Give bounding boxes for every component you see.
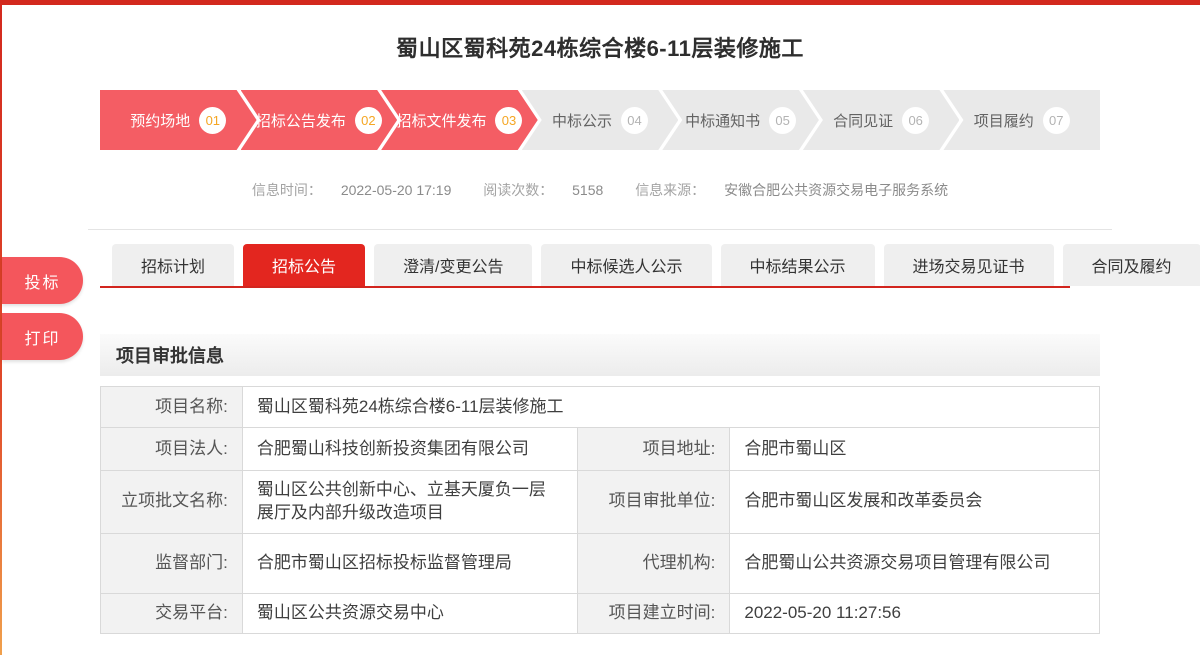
table-row: 立项批文名称: 蜀山区公共创新中心、立基天厦负一层展厅及内部升级改造项目 项目审… [101, 471, 1100, 534]
field-value-project-name: 蜀山区蜀科苑24栋综合楼6-11层装修施工 [242, 387, 1099, 428]
field-label-supervision-dept: 监督部门: [101, 533, 243, 593]
field-label-project-address: 项目地址: [577, 428, 730, 471]
tab-tender-plan[interactable]: 招标计划 [112, 244, 234, 286]
field-label-trading-platform: 交易平台: [101, 593, 243, 633]
table-row: 监督部门: 合肥市蜀山区招标投标监督管理局 代理机构: 合肥蜀山公共资源交易项目… [101, 533, 1100, 593]
section-title-project-approval: 项目审批信息 [100, 334, 1100, 376]
table-row: 项目法人: 合肥蜀山科技创新投资集团有限公司 项目地址: 合肥市蜀山区 [101, 428, 1100, 471]
tab-entry-certificate[interactable]: 进场交易见证书 [884, 244, 1054, 286]
table-row: 项目名称: 蜀山区蜀科苑24栋综合楼6-11层装修施工 [101, 387, 1100, 428]
info-meta-line: 信息时间： 2022-05-20 17:19 阅读次数： 5158 信息来源： … [100, 180, 1100, 200]
field-value-trading-platform: 蜀山区公共资源交易中心 [242, 593, 577, 633]
tab-bar: 招标计划 招标公告 澄清/变更公告 中标候选人公示 中标结果公示 进场交易见证书… [100, 244, 1070, 288]
step-reserve-venue: 预约场地 01 [100, 90, 257, 150]
field-value-project-address: 合肥市蜀山区 [730, 428, 1100, 471]
info-views-label: 阅读次数： [483, 182, 553, 198]
step-project-performance: 项目履约 07 [943, 90, 1100, 150]
info-views-group: 阅读次数： 5158 [483, 182, 607, 198]
step-number-badge: 02 [355, 107, 382, 134]
step-number-badge: 05 [769, 107, 796, 134]
field-value-agency: 合肥蜀山公共资源交易项目管理有限公司 [730, 533, 1100, 593]
project-approval-table: 项目名称: 蜀山区蜀科苑24栋综合楼6-11层装修施工 项目法人: 合肥蜀山科技… [100, 386, 1100, 634]
step-tender-documents: 招标文件发布 03 [381, 90, 538, 150]
step-tender-announcement: 招标公告发布 02 [241, 90, 398, 150]
info-source-group: 信息来源： 安徽合肥公共资源交易电子服务系统 [635, 182, 948, 198]
field-label-project-name: 项目名称: [101, 387, 243, 428]
tab-clarification-change[interactable]: 澄清/变更公告 [374, 244, 532, 286]
field-value-legal-entity: 合肥蜀山科技创新投资集团有限公司 [242, 428, 577, 471]
page-title: 蜀山区蜀科苑24栋综合楼6-11层装修施工 [100, 31, 1100, 63]
field-label-project-created-time: 项目建立时间: [577, 593, 730, 633]
step-label: 招标公告发布 [256, 110, 346, 131]
step-number-badge: 07 [1043, 107, 1070, 134]
field-label-agency: 代理机构: [577, 533, 730, 593]
info-time-label: 信息时间： [252, 182, 322, 198]
step-label: 中标通知书 [685, 110, 760, 131]
step-number-badge: 06 [902, 107, 929, 134]
step-label: 预约场地 [130, 110, 190, 131]
progress-steps: 预约场地 01 招标公告发布 02 招标文件发布 03 中标公示 04 中标通知… [100, 90, 1100, 150]
bid-button[interactable]: 投标 [2, 257, 83, 304]
info-source-label: 信息来源： [635, 182, 705, 198]
step-number-badge: 01 [199, 107, 226, 134]
tab-result-publicity[interactable]: 中标结果公示 [721, 244, 875, 286]
tab-candidate-publicity[interactable]: 中标候选人公示 [541, 244, 711, 286]
step-number-badge: 03 [495, 107, 522, 134]
tab-tender-announcement[interactable]: 招标公告 [243, 244, 365, 286]
field-label-approval-unit: 项目审批单位: [577, 471, 730, 534]
field-value-approval-unit: 合肥市蜀山区发展和改革委员会 [730, 471, 1100, 534]
info-time-group: 信息时间： 2022-05-20 17:19 [252, 182, 455, 198]
step-label: 中标公示 [552, 110, 612, 131]
field-value-supervision-dept: 合肥市蜀山区招标投标监督管理局 [242, 533, 577, 593]
table-row: 交易平台: 蜀山区公共资源交易中心 项目建立时间: 2022-05-20 11:… [101, 593, 1100, 633]
print-button[interactable]: 打印 [2, 313, 83, 360]
step-winner-publicity: 中标公示 04 [522, 90, 679, 150]
field-label-legal-entity: 项目法人: [101, 428, 243, 471]
horizontal-divider [88, 229, 1112, 230]
main-content: 蜀山区蜀科苑24栋综合楼6-11层装修施工 预约场地 01 招标公告发布 02 … [100, 31, 1100, 634]
step-number-badge: 04 [621, 107, 648, 134]
step-label: 合同见证 [833, 110, 893, 131]
field-label-approval-doc-name: 立项批文名称: [101, 471, 243, 534]
field-value-approval-doc-name: 蜀山区公共创新中心、立基天厦负一层展厅及内部升级改造项目 [242, 471, 577, 534]
field-value-project-created-time: 2022-05-20 11:27:56 [730, 593, 1100, 633]
info-source-value: 安徽合肥公共资源交易电子服务系统 [724, 182, 948, 198]
info-time-value: 2022-05-20 17:19 [341, 182, 452, 198]
step-award-notice: 中标通知书 05 [662, 90, 819, 150]
step-label: 招标文件发布 [396, 110, 486, 131]
info-views-value: 5158 [572, 182, 603, 198]
step-label: 项目履约 [974, 110, 1034, 131]
step-contract-witness: 合同见证 06 [803, 90, 960, 150]
tab-contract-performance[interactable]: 合同及履约 [1063, 244, 1200, 286]
